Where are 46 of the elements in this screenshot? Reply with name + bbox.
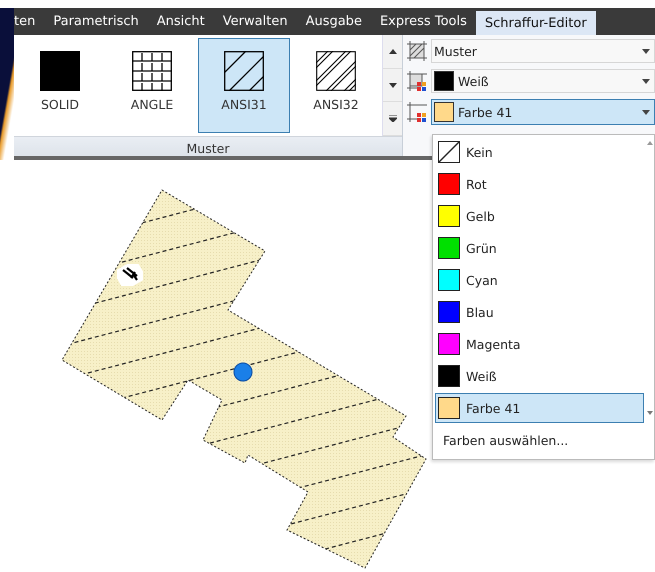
color-option[interactable]: Cyan [435,265,644,295]
color-option[interactable]: Gelb [435,201,644,231]
color-option[interactable]: Kein [435,137,644,167]
scroll-down-button[interactable] [383,68,402,102]
property-dropdown[interactable]: Weiß [431,69,655,93]
property-dropdown[interactable]: Farbe 41 [431,99,655,125]
ribbon-tab[interactable]: Ansicht [148,8,214,35]
caret-icon [642,110,650,114]
hatch-type-icon [407,41,427,61]
panel-label: Muster [14,137,402,156]
hatch-color-icon [407,71,427,91]
color-option[interactable]: Farbe 41 [435,393,644,423]
ribbon-tab[interactable]: Ausgabe [296,8,371,35]
expand-icon [388,115,396,122]
ribbon-tab[interactable]: Parametrisch [44,8,148,35]
ribbon-tab[interactable]: ten [14,8,44,35]
choose-colors-link[interactable]: Farben auswählen... [443,433,568,448]
caret-icon [642,48,650,54]
property-dropdown[interactable]: Muster [431,39,655,63]
pattern-tile[interactable]: ANGLE [106,38,198,133]
scroll-up-icon [647,141,653,145]
background-color-icon [407,102,427,122]
scroll-down-icon [647,411,653,415]
color-option[interactable]: Blau [435,297,644,327]
color-option[interactable]: Grün [435,233,644,263]
color-option[interactable]: Magenta [435,329,644,359]
ribbon-tab[interactable]: Schraffur-Editor [476,11,596,35]
caret-icon [642,78,650,84]
pattern-tile[interactable]: SOLID [14,38,106,133]
arrows-icon [117,264,143,286]
no-color-icon [438,141,460,163]
color-option[interactable]: Rot [435,169,644,199]
ribbon-tab[interactable]: Express Tools [370,8,476,35]
expand-gallery-button[interactable] [383,102,402,136]
diagonal-hatch-icon [224,51,264,91]
pattern-tile[interactable]: ANSI32 [290,38,382,133]
solid-pattern-icon [40,51,80,91]
grip-handle[interactable] [233,362,253,382]
down-arrow-icon [388,82,396,88]
double-diagonal-hatch-icon [316,51,356,91]
up-arrow-icon [388,48,396,54]
angle-pattern-icon [132,51,172,91]
color-option[interactable]: Weiß [435,361,644,391]
ribbon-tab[interactable]: Verwalten [214,8,297,35]
scroll-up-button[interactable] [383,35,402,69]
pattern-tile[interactable]: ANSI31 [198,38,290,133]
